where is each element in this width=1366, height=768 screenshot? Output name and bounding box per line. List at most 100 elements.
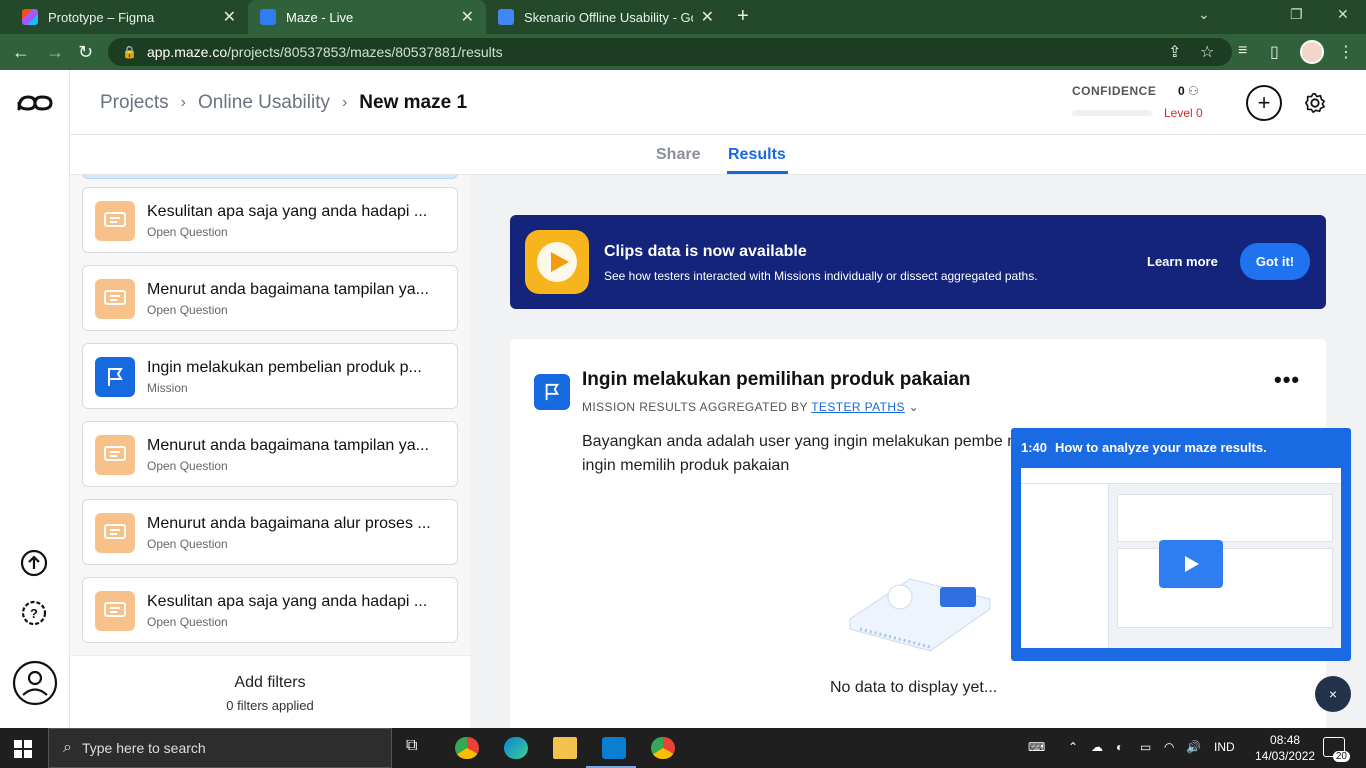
windows-taskbar: ⌕ Type here to search ⧉ ⌨ ⌃ ☁ ◐ ▭ ◠ 🔊 IN… [0,728,1366,768]
open-question-icon [95,201,135,241]
mission-flag-icon [534,374,570,410]
video-duration: 1:40 [1021,440,1048,455]
clips-banner: Clips data is now available See how test… [510,215,1326,309]
tab-maze[interactable]: Maze - Live ✕ [248,0,486,34]
block-card[interactable]: Kesulitan apa saja yang anda hadapi ... … [82,187,458,253]
thumbnail-card [1117,548,1333,628]
play-icon[interactable] [1159,540,1223,588]
chevron-right-icon: › [180,94,186,111]
language-indicator[interactable]: IND [1214,740,1235,754]
restore-icon[interactable]: ❐ [1290,6,1303,23]
task-view-icon[interactable]: ⧉ [406,737,430,759]
chevron-up-icon[interactable]: ⌃ [1068,740,1078,754]
block-card-partial[interactable] [82,175,458,179]
testers-icon: ⚇ [1188,84,1199,98]
vscode-icon[interactable] [602,737,626,759]
windows-start-icon[interactable] [14,740,32,758]
taskbar-search-input[interactable]: ⌕ Type here to search [48,728,392,768]
tab-google-docs[interactable]: Skenario Offline Usability - Goog ✕ [486,0,726,34]
close-tab-icon[interactable]: ✕ [701,7,714,27]
confidence-bar [1072,110,1152,116]
open-question-icon [95,513,135,553]
learn-more-link[interactable]: Learn more [1147,254,1218,269]
menu-icon[interactable]: ⋮ [1338,42,1354,62]
settings-gear-icon[interactable] [1304,92,1326,114]
tutorial-video-popup[interactable]: 1:40 How to analyze your maze results. [1011,428,1351,661]
open-question-icon [95,591,135,631]
confidence-label: CONFIDENCE [1072,84,1157,98]
notification-count: 20 [1332,751,1350,762]
google-docs-icon [498,9,514,25]
thumbnail-sidebar [1021,484,1109,648]
block-card[interactable]: Kesulitan apa saja yang anda hadapi ... … [82,577,458,643]
chevron-down-icon[interactable]: ⌄ [909,400,919,414]
battery-icon[interactable]: ▭ [1140,740,1151,754]
no-data-text: No data to display yet... [830,679,998,696]
edge-icon[interactable] [504,737,528,759]
got-it-button[interactable]: Got it! [1240,243,1310,280]
tab-results[interactable]: Results [728,146,786,164]
url-input[interactable]: 🔒 app.maze.co/projects/80537853/mazes/80… [108,38,1232,66]
clips-play-icon [525,230,589,294]
tester-paths-link[interactable]: TESTER PATHS [811,400,905,414]
add-button[interactable]: + [1246,85,1282,121]
dropdown-icon[interactable]: ⌄ [1198,6,1210,23]
keyboard-icon[interactable]: ⌨ [1028,740,1045,754]
block-card[interactable]: Ingin melakukan pembelian produk p... Mi… [82,343,458,409]
confidence-count: 0 ⚇ [1178,84,1199,98]
volume-icon[interactable]: 🔊 [1186,740,1201,754]
browser-tab-bar: Prototype – Figma ✕ Maze - Live ✕ Skenar… [0,0,1366,34]
active-tab-indicator [727,171,788,174]
empty-state-illustration [849,578,991,652]
chevron-right-icon: › [341,94,348,111]
file-explorer-icon[interactable] [553,737,577,759]
tab-share[interactable]: Share [656,146,700,164]
wifi-icon[interactable]: ◠ [1164,740,1174,754]
address-bar: ← → ↻ 🔒 app.maze.co/projects/80537853/ma… [0,34,1366,70]
confidence-level: Level 0 [1164,106,1203,120]
more-options-icon[interactable]: ••• [1274,367,1300,393]
chrome-icon[interactable] [455,737,479,759]
block-card[interactable]: Menurut anda bagaimana alur proses ... O… [82,499,458,565]
profile-avatar[interactable] [1300,40,1324,64]
block-card[interactable]: Menurut anda bagaimana tampilan ya... Op… [82,421,458,487]
forward-icon[interactable]: → [46,42,64,63]
video-thumbnail[interactable] [1021,468,1341,648]
sidepanel-icon[interactable]: ▯ [1270,42,1279,62]
cloud-icon[interactable]: ☁ [1091,740,1103,754]
block-card[interactable]: Menurut anda bagaimana tampilan ya... Op… [82,265,458,331]
camera-icon[interactable]: ◐ [1116,740,1123,754]
breadcrumb-projects[interactable]: Projects [100,92,169,114]
breadcrumb: Projects › Online Usability › New maze 1 [100,92,467,114]
close-window-icon[interactable]: ✕ [1337,6,1349,23]
maze-icon [260,9,276,25]
mission-flag-icon [95,357,135,397]
close-tab-icon[interactable]: ✕ [223,7,236,27]
close-tab-icon[interactable]: ✕ [461,7,474,27]
breadcrumb-online-usability[interactable]: Online Usability [198,92,330,114]
account-icon[interactable] [12,660,58,706]
open-question-icon [95,279,135,319]
close-video-button[interactable]: × [1315,676,1351,712]
open-question-icon [95,435,135,475]
results-tabs: Share Results [70,135,1366,175]
maze-logo-icon[interactable] [16,92,54,114]
upgrade-icon[interactable] [20,549,48,577]
media-icon[interactable]: ≡ [1238,42,1247,60]
back-icon[interactable]: ← [12,42,30,63]
app-rail: ? [0,70,70,728]
new-tab-icon[interactable]: + [737,5,749,28]
reload-icon[interactable]: ↻ [78,42,93,63]
taskbar-clock[interactable]: 08:48 14/03/2022 [1255,732,1315,764]
search-icon: ⌕ [63,739,72,756]
star-icon[interactable]: ☆ [1200,42,1214,62]
chrome-profile-icon[interactable] [651,737,675,759]
figma-icon [22,9,38,25]
page-header: Projects › Online Usability › New maze 1… [70,70,1366,135]
share-icon[interactable]: ⇪ [1168,42,1181,62]
tab-figma[interactable]: Prototype – Figma ✕ [10,0,248,34]
help-icon[interactable]: ? [20,599,48,627]
notifications-icon[interactable]: 20 [1323,737,1350,762]
thumbnail-card [1117,494,1333,542]
add-filters-button[interactable]: Add filters 0 filters applied [70,655,470,728]
